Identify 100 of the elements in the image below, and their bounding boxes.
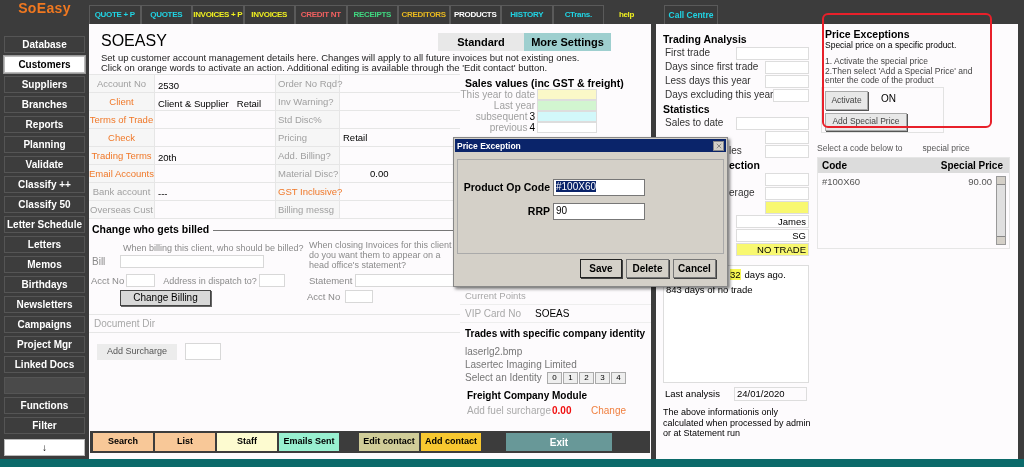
sidebar-item[interactable]: Project Mgr xyxy=(4,336,85,353)
scrollbar[interactable] xyxy=(996,175,1006,245)
field-label: Less days this year xyxy=(664,75,751,87)
field-value: 4 xyxy=(529,121,535,134)
sidebar-item[interactable]: Birthdays xyxy=(4,276,85,293)
top-tab[interactable]: QUOTE + P xyxy=(89,5,141,24)
field-label: subsequent xyxy=(475,110,528,123)
subtitle-text: Special price on a specific product. xyxy=(825,40,958,50)
description-text: Set up customer account management details here. Changes will apply to all future invoices but not existing ones. xyxy=(101,53,581,63)
dispatch-field[interactable] xyxy=(258,274,285,287)
sidebar-item[interactable]: Campaigns xyxy=(4,316,85,333)
acct-no-field[interactable] xyxy=(126,274,156,287)
toolbar-button[interactable]: Emails Sent xyxy=(279,433,339,451)
top-tab[interactable]: PRODUCTS xyxy=(449,5,501,24)
status-text: ON xyxy=(881,91,896,106)
scroll-down-button[interactable]: ↓ xyxy=(4,439,85,456)
field-value: Retail xyxy=(343,131,368,145)
field-label: erage xyxy=(729,187,755,199)
column-header: Code xyxy=(822,158,847,173)
sidebar-item[interactable]: Database xyxy=(4,36,85,53)
toolbar-button[interactable]: List xyxy=(155,433,215,451)
sidebar-item[interactable]: Branches xyxy=(4,96,85,113)
acct-no-field[interactable] xyxy=(345,290,373,303)
top-tab[interactable]: CREDITORS xyxy=(398,5,450,24)
identity-file: laserlg2.bmp xyxy=(465,346,524,358)
stat-field: SG xyxy=(736,228,809,242)
field-value: 0.00 xyxy=(370,167,389,181)
days-count: 32 xyxy=(730,269,741,280)
sidebar-item[interactable]: Functions xyxy=(4,397,85,414)
bill-field[interactable] xyxy=(120,255,264,268)
sidebar-item[interactable]: Letter Schedule xyxy=(4,216,85,233)
sidebar-item[interactable]: Letters xyxy=(4,236,85,253)
top-tab[interactable]: CREDIT NT xyxy=(295,5,347,24)
sidebar-item[interactable]: Classify 50 xyxy=(4,196,85,213)
toolbar-button[interactable]: Search xyxy=(93,433,153,451)
top-tab[interactable]: INVOICES xyxy=(243,5,295,24)
call-centre-tab[interactable]: Call Centre xyxy=(664,5,718,24)
field-value: Client & Supplier xyxy=(158,97,229,110)
toolbar-button[interactable]: Staff xyxy=(217,433,277,451)
toolbar-button[interactable]: Add contact xyxy=(421,433,481,451)
field-label: Add fuel surcharge xyxy=(467,405,552,417)
table-row[interactable]: #100X60 90.00 xyxy=(818,175,996,188)
toolbar-button[interactable]: Edit contact xyxy=(359,433,419,451)
footer-note: The above informationis only calculated when processed by admin or at Statement run xyxy=(663,407,811,439)
top-tab[interactable]: RECEIPTS xyxy=(346,5,398,24)
identity-button[interactable]: 4 xyxy=(611,372,626,384)
field-label: Bank account xyxy=(92,185,151,199)
sidebar-item[interactable]: Validate xyxy=(4,156,85,173)
field-label: Std Disc% xyxy=(278,113,322,127)
sidebar-item[interactable]: Classify ++ xyxy=(4,176,85,193)
sidebar-item[interactable]: Customers xyxy=(4,56,85,73)
section-heading: ection xyxy=(729,159,760,171)
stat-field: NO TRADE xyxy=(736,242,809,256)
sidebar-item[interactable]: Memos xyxy=(4,256,85,273)
field-label: Add. Billing? xyxy=(278,149,331,163)
stat-field xyxy=(765,186,809,200)
close-button[interactable] xyxy=(713,140,724,151)
sidebar-item[interactable]: Filter xyxy=(4,417,85,434)
identity-button[interactable]: 0 xyxy=(547,372,562,384)
add-surcharge-button[interactable]: Add Surcharge xyxy=(97,343,177,360)
field-label: Last analysis xyxy=(664,388,721,400)
help-link[interactable]: help xyxy=(604,5,649,24)
dialog-button[interactable]: Cancel xyxy=(673,259,716,278)
field-label: Account No xyxy=(96,77,147,91)
top-tab[interactable]: CTrans. xyxy=(552,5,604,24)
field-label: This year to date xyxy=(460,88,535,101)
stat-field xyxy=(765,144,809,158)
hint-text: When billing this client, who should be billed? xyxy=(123,243,305,253)
sidebar-item[interactable]: Linked Docs xyxy=(4,356,85,373)
dialog-button[interactable]: Delete xyxy=(626,259,669,278)
sidebar-item[interactable]: Reports xyxy=(4,116,85,133)
product-code-field[interactable]: #100X60 xyxy=(553,179,645,196)
activate-button[interactable]: Activate xyxy=(825,90,868,110)
field-label: Bill xyxy=(91,256,107,267)
identity-button[interactable]: 2 xyxy=(579,372,594,384)
change-billing-button[interactable]: Change Billing xyxy=(120,290,211,306)
top-tab[interactable]: HISTORY xyxy=(501,5,553,24)
field-label: Document Dir xyxy=(94,317,156,331)
app-logo: SoEasy xyxy=(18,0,71,18)
surcharge-field[interactable] xyxy=(185,343,221,360)
field-label: First trade xyxy=(664,47,710,59)
section-heading: Price Exceptions xyxy=(825,28,910,40)
top-tab[interactable]: INVOICES + P xyxy=(192,5,244,24)
dialog-button[interactable]: Save xyxy=(580,259,622,278)
stat-field xyxy=(765,172,809,186)
view-tab[interactable]: More Settings xyxy=(524,33,611,51)
rrp-field[interactable]: 90 xyxy=(553,203,645,220)
sidebar-item[interactable]: Newsletters xyxy=(4,296,85,313)
sidebar-item[interactable]: Suppliers xyxy=(4,76,85,93)
field-label: Days excluding this year xyxy=(664,89,774,101)
field-label: Pricing xyxy=(278,131,308,145)
sidebar-blank-button[interactable] xyxy=(4,377,85,394)
identity-button[interactable]: 3 xyxy=(595,372,610,384)
field-label: Order No Rqd? xyxy=(278,77,343,91)
view-tab[interactable]: Standard xyxy=(438,33,524,51)
field-label: Billing messg xyxy=(278,203,334,217)
stat-field: James xyxy=(736,214,809,228)
top-tab[interactable]: QUOTES xyxy=(140,5,192,24)
identity-button[interactable]: 1 xyxy=(563,372,578,384)
sidebar-item[interactable]: Planning xyxy=(4,136,85,153)
